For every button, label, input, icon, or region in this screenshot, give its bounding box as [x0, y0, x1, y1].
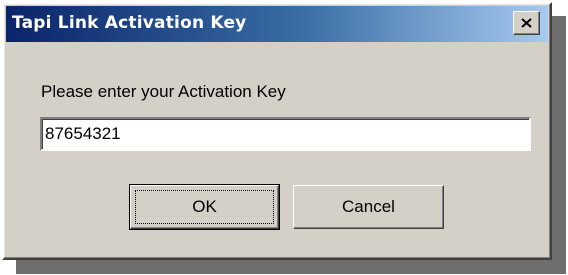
close-icon: [521, 18, 532, 28]
activation-key-input[interactable]: [40, 117, 531, 151]
cancel-button[interactable]: Cancel: [293, 185, 444, 229]
cancel-button-label: Cancel: [342, 197, 395, 216]
close-button[interactable]: [513, 11, 540, 35]
window-title: Tapi Link Activation Key: [12, 13, 247, 33]
ok-button[interactable]: OK: [129, 184, 280, 230]
title-bar[interactable]: Tapi Link Activation Key: [6, 6, 548, 42]
activation-key-dialog: Tapi Link Activation Key Please enter yo…: [2, 2, 552, 260]
activation-key-prompt: Please enter your Activation Key: [41, 82, 286, 101]
focus-ring: [135, 190, 274, 224]
